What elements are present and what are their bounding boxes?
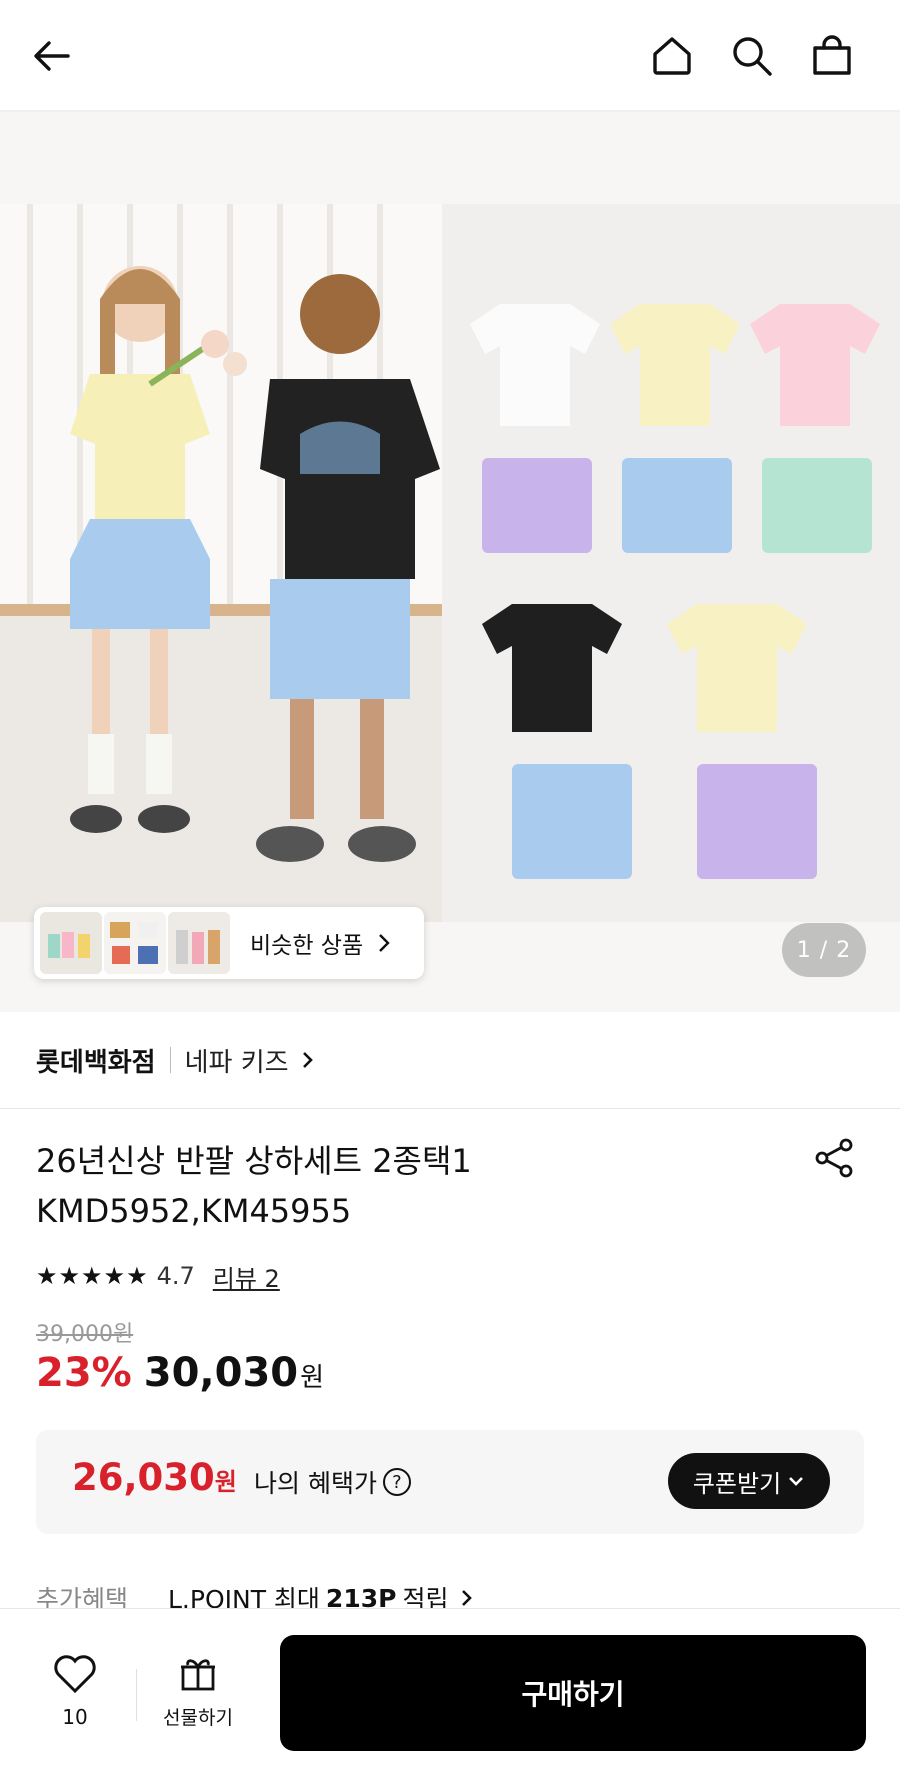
- benefit-price-box: 26,030원 나의 혜택가 ? 쿠폰받기: [36, 1430, 864, 1534]
- like-count: 10: [62, 1705, 88, 1729]
- similar-thumb-2: [104, 912, 166, 974]
- chevron-right-icon: [379, 934, 390, 952]
- rating-stars: ★★★★★: [36, 1262, 149, 1290]
- cart-button[interactable]: [804, 28, 860, 84]
- shopping-bag-icon: [813, 35, 851, 75]
- image-counter: 1 / 2: [782, 923, 866, 977]
- brand-row: 롯데백화점 네파 키즈: [36, 1040, 317, 1080]
- like-button[interactable]: 10: [40, 1653, 110, 1729]
- gift-label: 선물하기: [163, 1707, 233, 1729]
- home-button[interactable]: [644, 28, 700, 84]
- original-price: 39,000원: [36, 1322, 134, 1347]
- chevron-right-icon: [302, 1052, 313, 1068]
- similar-thumb-3: [168, 912, 230, 974]
- similar-products-label: 비슷한 상품: [250, 933, 364, 959]
- gift-button[interactable]: 선물하기: [158, 1653, 238, 1730]
- top-nav-bar: [0, 0, 900, 112]
- product-flatlay-photo: [442, 204, 900, 922]
- benefit-label: 나의 혜택가: [254, 1469, 377, 1498]
- product-title: 26년신상 반팔 상하세트 2종택1 KMD5952,KM45955: [36, 1136, 736, 1236]
- chevron-down-icon: [789, 1477, 804, 1486]
- home-icon: [653, 37, 691, 75]
- search-button[interactable]: [724, 28, 780, 84]
- benefit-price-value: 26,030: [72, 1456, 215, 1499]
- section-divider: [0, 1108, 900, 1109]
- gift-icon: [181, 1659, 215, 1691]
- store-name: 롯데백화점: [36, 1047, 156, 1078]
- product-model-photo: [0, 204, 442, 922]
- bottom-action-bar: 10 선물하기 구매하기: [0, 1608, 900, 1775]
- buy-button[interactable]: 구매하기: [280, 1635, 866, 1751]
- brand-link[interactable]: 네파 키즈: [185, 1042, 317, 1079]
- rating-row: ★★★★★ 4.7 리뷰 2: [36, 1258, 280, 1294]
- benefit-price-unit: 원: [214, 1468, 237, 1496]
- brand-name: 네파 키즈: [184, 1047, 289, 1078]
- similar-thumb-1: [40, 912, 102, 974]
- price-row: 23% 30,030 원: [36, 1350, 324, 1396]
- sale-price: 30,030: [143, 1350, 299, 1396]
- product-image-gallery[interactable]: 비슷한 상품 1 / 2: [0, 112, 900, 1012]
- arrow-left-icon: [34, 41, 70, 71]
- coupon-button[interactable]: 쿠폰받기: [668, 1453, 830, 1509]
- price-unit: 원: [300, 1363, 325, 1393]
- share-button[interactable]: [812, 1136, 862, 1186]
- share-icon: [815, 1138, 853, 1178]
- benefit-price: 26,030원: [72, 1456, 237, 1499]
- coupon-button-label: 쿠폰받기: [692, 1469, 782, 1498]
- heart-icon: [54, 1655, 96, 1694]
- product-title-line2: KMD5952,KM45955: [36, 1192, 352, 1230]
- help-icon[interactable]: ?: [382, 1468, 411, 1496]
- chevron-right-icon: [462, 1590, 473, 1606]
- bottom-divider: [136, 1669, 137, 1721]
- rating-value: 4.7: [156, 1262, 195, 1290]
- search-icon: [733, 37, 772, 76]
- product-title-line1: 26년신상 반팔 상하세트 2종택1: [36, 1142, 472, 1180]
- similar-products-button[interactable]: 비슷한 상품: [34, 907, 424, 979]
- review-link[interactable]: 리뷰 2: [213, 1259, 280, 1294]
- back-button[interactable]: [24, 28, 80, 84]
- discount-rate: 23%: [36, 1350, 132, 1396]
- brand-divider: [169, 1047, 171, 1073]
